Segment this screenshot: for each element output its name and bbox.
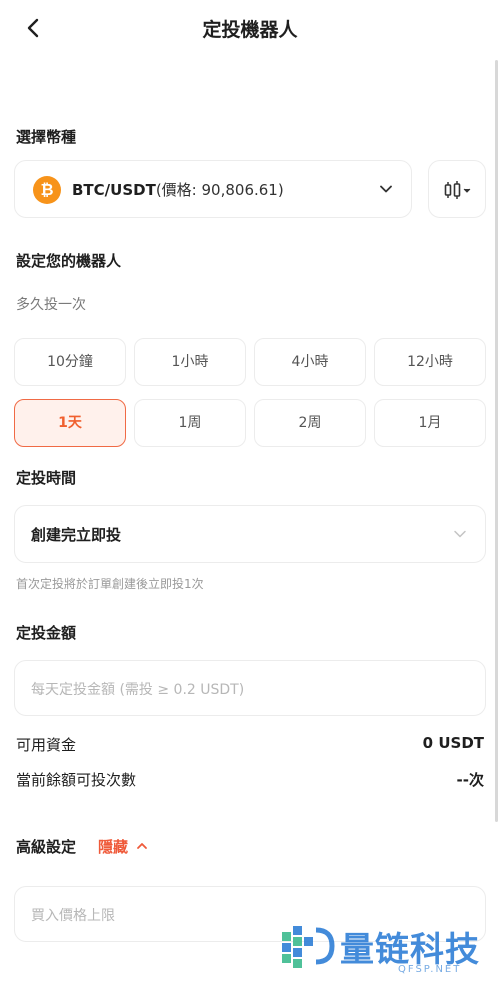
- frequency-label: 多久投一次: [16, 297, 86, 313]
- freq-option-1week[interactable]: 1周: [134, 399, 246, 447]
- candlestick-chart-button[interactable]: [428, 160, 486, 218]
- amount-input[interactable]: 每天定投金額 (需投 ≥ 0.2 USDT): [14, 660, 486, 716]
- amount-placeholder: 每天定投金額 (需投 ≥ 0.2 USDT): [31, 682, 245, 698]
- chevron-up-icon[interactable]: [136, 840, 148, 852]
- start-time-note: 首次定投將於訂單創建後立即投1次: [16, 577, 204, 591]
- freq-option-1day-selected[interactable]: 1天: [14, 399, 126, 447]
- watermark-logo-icon: [282, 926, 335, 968]
- chevron-down-icon: [380, 185, 392, 193]
- freq-option-1month[interactable]: 1月: [374, 399, 486, 447]
- watermark-subtext: QFSP.NET: [398, 964, 462, 975]
- available-funds-label: 可用資金: [16, 736, 77, 754]
- chevron-down-icon: [454, 530, 466, 538]
- freq-option-1hour[interactable]: 1小時: [134, 338, 246, 386]
- pair-display: BTC/USDT(價格: 90,806.61): [72, 179, 284, 200]
- robot-section-label: 設定您的機器人: [16, 252, 122, 270]
- price-limit-placeholder: 買入價格上限: [31, 908, 115, 924]
- pair-price: (價格: 90,806.61): [155, 181, 284, 199]
- top-bar: 定投機器人: [0, 0, 500, 56]
- watermark: 量链科技 QFSP.NET: [278, 920, 493, 978]
- freq-option-4hour[interactable]: 4小時: [254, 338, 366, 386]
- candlestick-icon: [444, 181, 471, 199]
- pair-section-label: 選擇幣種: [16, 128, 77, 146]
- time-section-label: 定投時間: [16, 469, 77, 487]
- pair-selector[interactable]: ₿ BTC/USDT(價格: 90,806.61): [14, 160, 412, 218]
- investable-times-value: --次: [456, 771, 484, 789]
- freq-option-2week[interactable]: 2周: [254, 399, 366, 447]
- available-funds-value: 0 USDT: [422, 734, 484, 752]
- page-title: 定投機器人: [202, 19, 298, 41]
- advanced-hide-toggle[interactable]: 隱藏: [98, 836, 128, 857]
- bitcoin-icon: ₿: [33, 176, 61, 204]
- advanced-settings-label: 高級設定: [16, 838, 77, 856]
- start-time-selector[interactable]: 創建完立即投: [14, 505, 486, 563]
- amount-section-label: 定投金額: [16, 624, 77, 642]
- freq-option-12hour[interactable]: 12小時: [374, 338, 486, 386]
- investable-times-label: 當前餘額可投次數: [16, 771, 137, 789]
- start-time-value: 創建完立即投: [31, 526, 122, 544]
- freq-option-10min[interactable]: 10分鐘: [14, 338, 126, 386]
- pair-name: BTC/USDT: [72, 181, 156, 199]
- scrollbar[interactable]: [495, 60, 498, 822]
